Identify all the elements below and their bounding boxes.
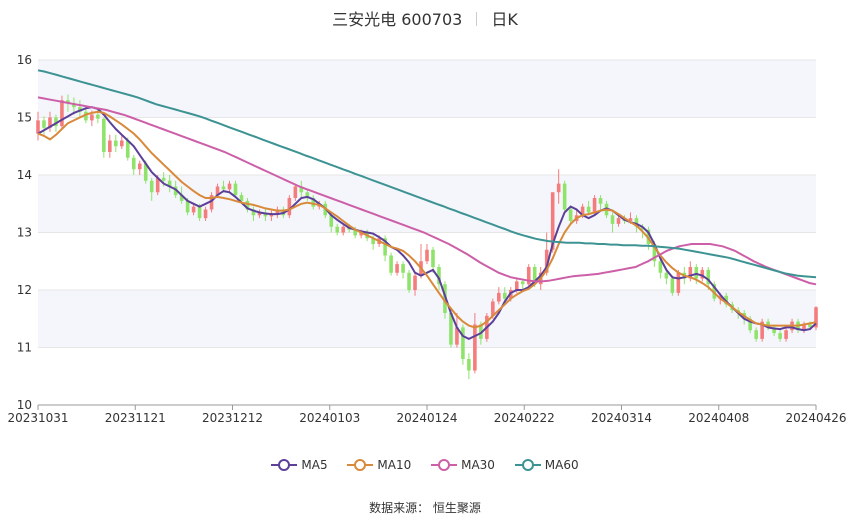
legend-item-ma10[interactable]: MA10 [347,458,411,472]
grid-band [38,175,816,233]
candle-body [395,264,399,273]
candle-body [191,206,196,213]
candle-body [96,114,100,119]
candle-body [42,120,46,128]
candle-body [586,206,591,213]
candle-body [658,261,663,273]
candle-body [108,140,112,152]
candle-body [670,278,675,293]
candle-body [562,183,567,210]
candle-body [592,198,597,213]
candle-body [503,292,507,299]
candle-body [60,100,64,127]
candle-body [137,163,142,170]
candle-body [461,327,465,359]
candle-body [203,209,208,219]
candle-body [341,226,346,233]
legend-marker-ma10 [354,459,367,471]
candle-body [102,118,106,152]
legend-marker-ma60 [521,459,534,471]
candle-body [784,330,788,339]
candle-body [36,120,40,134]
chart-legend: MA5 MA10 MA30 MA60 [0,458,850,472]
candle-body [389,255,393,273]
y-tick-label: 12 [17,283,32,297]
legend-label-ma30: MA30 [461,458,495,472]
legend-item-ma60[interactable]: MA60 [514,458,579,472]
candle-body [556,183,561,193]
candle-body [119,140,124,147]
data-source: 数据来源： 恒生聚源 [369,501,481,515]
x-tick-label: 20231031 [7,411,68,425]
candle-body [233,183,238,196]
candle-body [149,180,154,193]
candle-body [413,275,417,290]
x-tick-label: 20240222 [494,411,555,425]
legend-swatch-ma5 [271,459,298,471]
candle-body [401,264,405,273]
candle-body [431,249,435,267]
candle-body [335,226,340,233]
y-tick-label: 10 [17,398,32,412]
candle-body [568,209,573,221]
candle-body [664,272,669,279]
candle-body [676,272,681,293]
y-tick-label: 14 [17,168,32,182]
x-tick-label: 20240426 [785,411,846,425]
grid-band [38,290,816,348]
candle-body [407,272,411,290]
candle-body [598,198,603,204]
candlestick-chart: 10 11 12 13 14 15 16 20231031 20231121 20231212 20… [7,53,846,425]
candle-body [778,333,782,339]
candle-body [221,186,226,190]
y-tick-label: 15 [17,111,32,125]
candle-body [125,140,130,158]
candle-body [694,267,699,279]
x-tick-label: 20240314 [591,411,652,425]
x-tick-label: 20231212 [202,411,263,425]
candle-body [616,218,621,224]
legend-swatch-ma60 [514,459,541,471]
x-tick-label: 20240124 [396,411,457,425]
candle-body [754,330,758,339]
candle-body [514,281,519,290]
candle-body [473,324,477,371]
candle-body [131,157,136,170]
candle-body [610,215,615,224]
candle-body [90,114,94,121]
legend-label-ma60: MA60 [544,458,579,472]
candle-body [467,359,471,371]
x-tick-label: 20240408 [688,411,749,425]
legend-item-ma30[interactable]: MA30 [431,458,495,472]
legend-marker-ma30 [438,459,451,471]
candle-body [425,249,429,262]
y-tick-label: 11 [17,341,32,355]
candle-body [161,177,166,181]
legend-label-ma5: MA5 [301,458,328,472]
y-tick-label: 16 [17,53,32,67]
legend-swatch-ma30 [431,459,458,471]
x-tick-label: 20231121 [105,411,166,425]
candle-body [227,183,232,190]
x-tick-label: 20240103 [299,411,360,425]
legend-label-ma10: MA10 [377,458,412,472]
candle-body [197,206,202,219]
y-tick-label: 13 [17,226,32,240]
candle-body [520,281,525,285]
legend-swatch-ma10 [347,459,374,471]
candle-body [293,186,298,198]
candle-body [114,140,118,147]
candle-body [287,198,292,216]
candle-body [497,292,501,302]
legend-item-ma5[interactable]: MA5 [271,458,328,472]
grid-band [38,60,816,118]
legend-marker-ma5 [278,459,291,471]
